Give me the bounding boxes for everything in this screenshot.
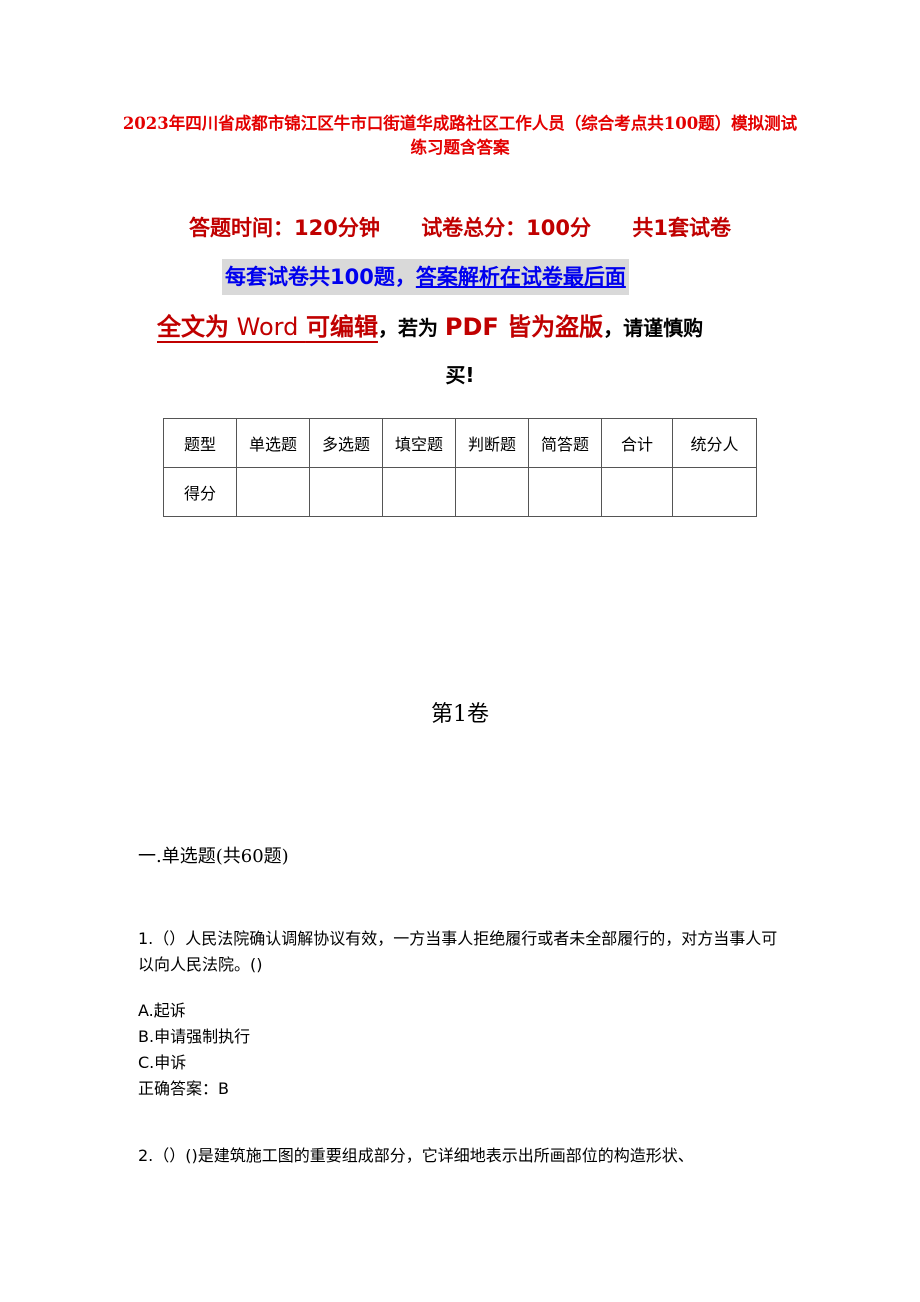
header-cell: 简答题: [528, 418, 602, 468]
exam-sets: 共1套试卷: [632, 216, 731, 240]
piracy-warning-end: 买!: [445, 363, 475, 387]
exam-total-score: 试卷总分：100分: [421, 216, 592, 240]
header-cell: 题型: [163, 418, 237, 468]
score-table: 题型 单选题 多选题 填空题 判断题 简答题 合计 统分人 得分: [163, 418, 757, 517]
editable-notice: 全文为 Word 可编辑: [157, 313, 378, 341]
notice-banner: 每套试卷共100题，答案解析在试卷最后面: [222, 259, 629, 295]
score-cell: [601, 467, 673, 517]
notice-link[interactable]: 答案解析在试卷最后面: [416, 265, 626, 289]
correct-answer: 正确答案：B: [138, 1079, 229, 1098]
question-text: 2.（）()是建筑施工图的重要组成部分，它详细地表示出所画部位的构造形状、: [138, 1146, 694, 1165]
score-cell: [236, 467, 310, 517]
score-cell: [455, 467, 529, 517]
notice-text: 每套试卷共100题，: [225, 265, 416, 289]
exam-meta: 答题时间：120分钟 试卷总分：100分 共1套试卷: [0, 212, 920, 242]
score-cell: [528, 467, 602, 517]
header-cell: 多选题: [309, 418, 383, 468]
header-cell: 合计: [601, 418, 673, 468]
score-cell: [309, 467, 383, 517]
header-cell: 判断题: [455, 418, 529, 468]
pdf-piracy-text: PDF 皆为盗版: [444, 313, 604, 341]
volume-title: 第1卷: [431, 702, 489, 727]
row-label: 得分: [163, 467, 237, 517]
score-cell: [672, 467, 757, 517]
question-text: 1.（）人民法院确认调解协议有效，一方当事人拒绝履行或者未全部履行的，对方当事人…: [138, 929, 778, 974]
score-table-row: 得分: [163, 467, 757, 517]
piracy-warning: 全文为 Word 可编辑，若为 PDF 皆为盗版，请谨慎购: [157, 313, 704, 341]
score-table-header: 题型 单选题 多选题 填空题 判断题 简答题 合计 统分人: [163, 418, 757, 468]
exam-time: 答题时间：120分钟: [189, 216, 380, 240]
option-c: C.申诉: [138, 1053, 187, 1072]
question-options: A.起诉 B.申请强制执行 C.申诉 正确答案：B: [138, 998, 250, 1102]
section-title: 一.单选题(共60题): [138, 846, 289, 867]
option-b: B.申请强制执行: [138, 1027, 251, 1046]
option-a: A.起诉: [138, 1001, 186, 1020]
header-cell: 填空题: [382, 418, 456, 468]
score-cell: [382, 467, 456, 517]
document-title: 2023年四川省成都市锦江区牛市口街道华成路社区工作人员（综合考点共100题）模…: [122, 114, 798, 157]
header-cell: 单选题: [236, 418, 310, 468]
header-cell: 统分人: [672, 418, 757, 468]
